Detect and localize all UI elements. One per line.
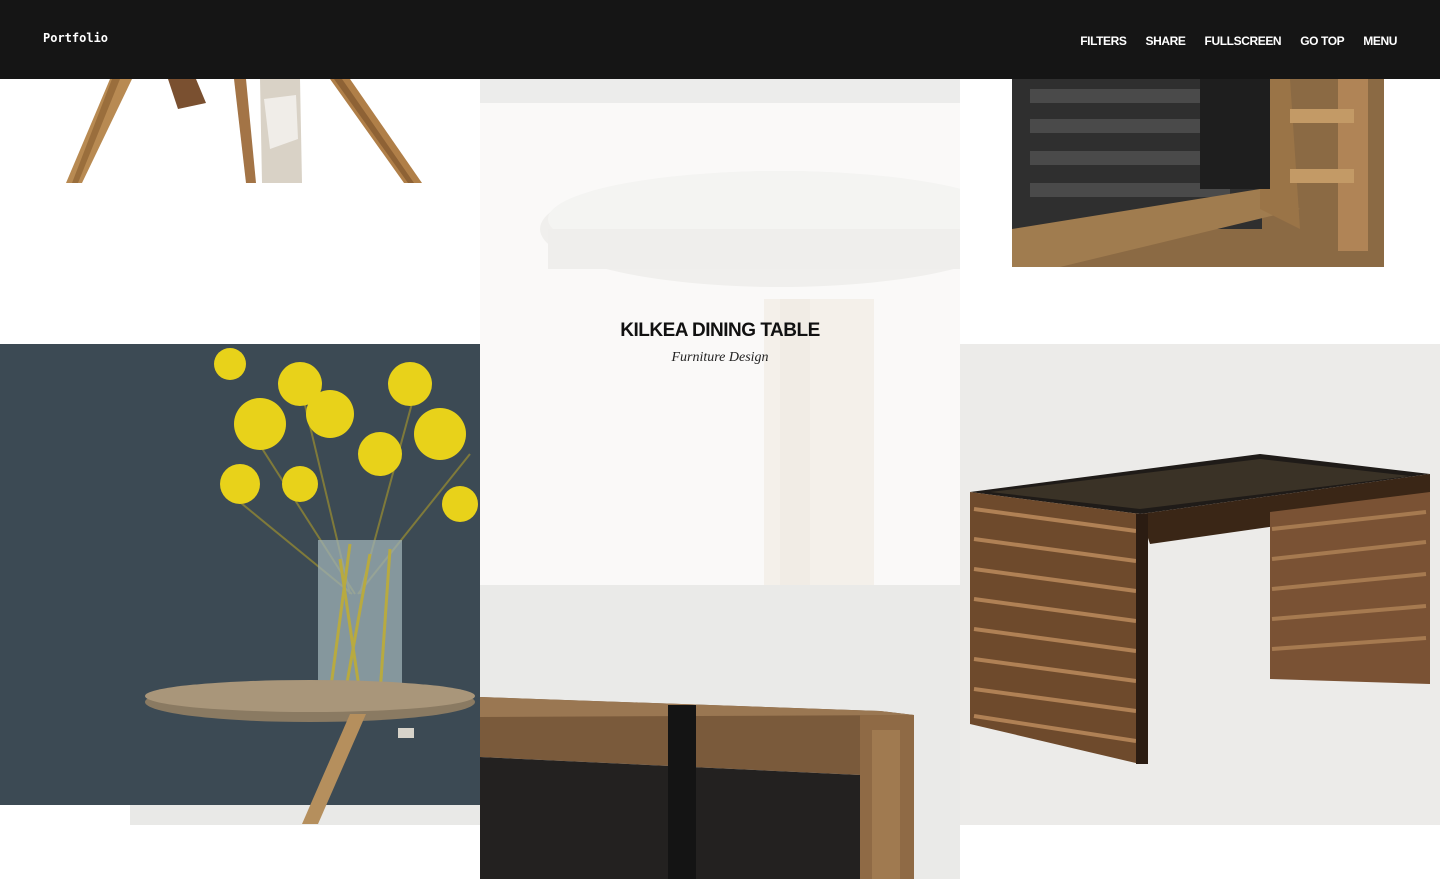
featured-project-title[interactable]: KILKEA DINING TABLE [480,320,960,342]
nav-go-top[interactable]: GO TOP [1300,34,1344,48]
nav-filters[interactable]: FILTERS [1080,34,1127,48]
site-header: Portfolio FILTERS SHARE FULLSCREEN GO TO… [0,0,1440,79]
portfolio-item-flower-table[interactable] [0,344,480,879]
portfolio-item-kilkea-dining-table[interactable]: KILKEA DINING TABLE Furniture Design [480,79,960,585]
portfolio-item-bed-frame[interactable] [960,79,1440,344]
nav-menu[interactable]: MENU [1363,34,1397,48]
site-logo[interactable]: Portfolio [43,31,108,45]
flower-table-image [0,344,480,879]
nav-share[interactable]: SHARE [1146,34,1186,48]
portfolio-item-table-legs[interactable] [0,79,480,344]
portfolio-item-bench[interactable] [480,585,960,879]
nav-fullscreen[interactable]: FULLSCREEN [1205,34,1282,48]
main-nav: FILTERS SHARE FULLSCREEN GO TOP MENU [1080,34,1397,48]
featured-project-category: Furniture Design [671,350,769,365]
bench-image [480,585,960,879]
slatted-desk-image [960,344,1440,825]
portfolio-item-slatted-desk[interactable] [960,344,1440,825]
bed-frame-image [960,79,1440,344]
table-legs-image [0,79,480,183]
